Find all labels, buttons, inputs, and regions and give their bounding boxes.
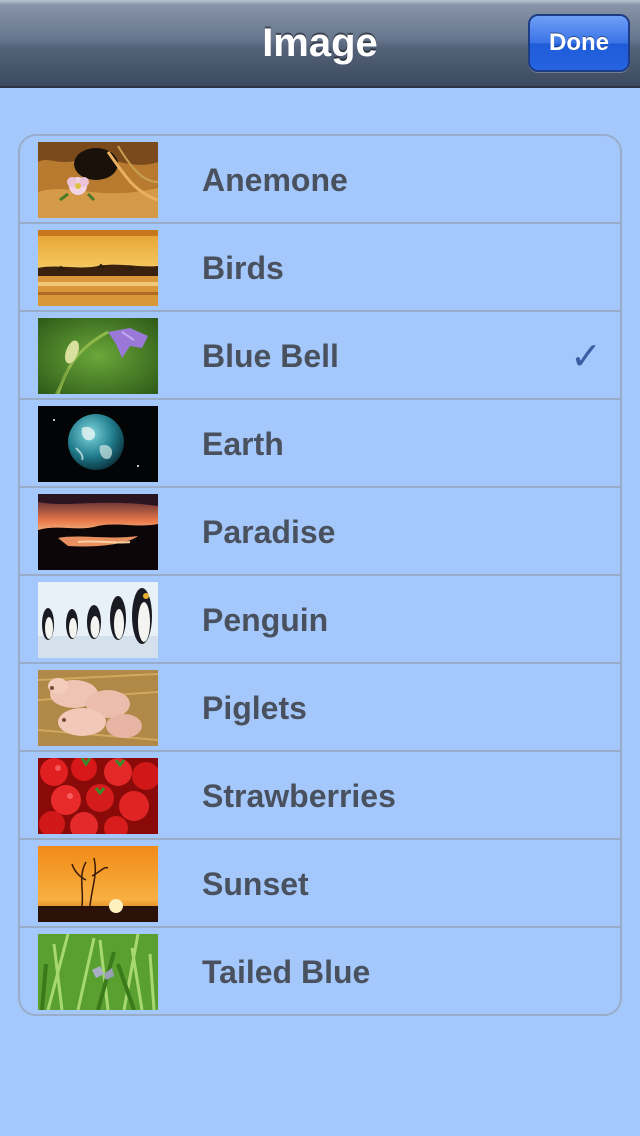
strawberries-thumbnail [38, 758, 158, 834]
anemone-thumbnail [38, 142, 158, 218]
done-button[interactable]: Done [528, 14, 630, 72]
birds-thumbnail [38, 230, 158, 306]
list-item-sunset[interactable]: Sunset [20, 840, 620, 928]
paradise-thumbnail [38, 494, 158, 570]
navigation-bar: Image Done [0, 0, 640, 88]
list-item-penguin[interactable]: Penguin [20, 576, 620, 664]
list-item-label: Penguin [202, 602, 329, 638]
list-item-label: Blue Bell [202, 338, 339, 374]
list-item-label: Strawberries [202, 778, 396, 814]
list-item-label: Anemone [202, 162, 348, 198]
penguin-thumbnail [38, 582, 158, 658]
piglets-thumbnail [38, 670, 158, 746]
list-item-piglets[interactable]: Piglets [20, 664, 620, 752]
checkmark-icon: ✓ [570, 334, 602, 378]
earth-thumbnail [38, 406, 158, 482]
list-item-blue-bell[interactable]: Blue Bell ✓ [20, 312, 620, 400]
list-item-label: Paradise [202, 514, 336, 550]
list-item-anemone[interactable]: Anemone [20, 136, 620, 224]
list-item-label: Tailed Blue [202, 954, 371, 990]
tailed-blue-thumbnail [38, 934, 158, 1010]
list-item-label: Piglets [202, 690, 307, 726]
list-item-birds[interactable]: Birds [20, 224, 620, 312]
sunset-thumbnail [38, 846, 158, 922]
list-item-label: Earth [202, 426, 284, 462]
list-item-earth[interactable]: Earth [20, 400, 620, 488]
list-item-tailed-blue[interactable]: Tailed Blue [20, 928, 620, 1014]
blue-bell-thumbnail [38, 318, 158, 394]
list-item-label: Birds [202, 250, 284, 286]
list-item-paradise[interactable]: Paradise [20, 488, 620, 576]
image-list: Anemone Birds Blue Bell ✓ Earth Paradise… [18, 134, 622, 1016]
list-item-label: Sunset [202, 866, 309, 902]
list-item-strawberries[interactable]: Strawberries [20, 752, 620, 840]
